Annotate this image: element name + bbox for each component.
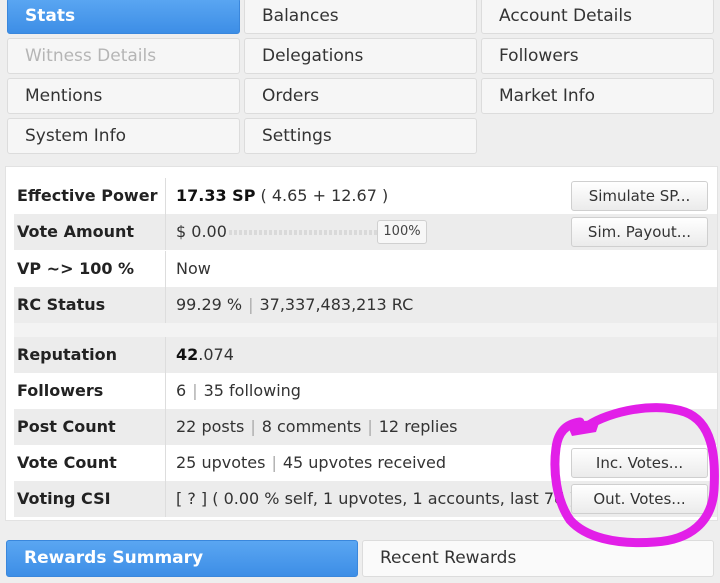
tab-witness-details: Witness Details <box>7 38 240 74</box>
effective-power-sp: 17.33 SP <box>176 186 256 205</box>
simulate-sp-button[interactable]: Simulate SP... <box>571 181 708 211</box>
tab-system-info[interactable]: System Info <box>7 118 240 154</box>
stat-label: Vote Amount <box>17 222 135 241</box>
divider <box>165 481 166 517</box>
stats-panel: Effective Power 17.33 SP ( 4.65 + 12.67 … <box>5 166 718 521</box>
separator: | <box>250 417 256 436</box>
stat-label: Vote Count <box>17 453 117 472</box>
stat-value: 17.33 SP ( 4.65 + 12.67 ) <box>176 178 388 214</box>
stat-row-effective-power: Effective Power 17.33 SP ( 4.65 + 12.67 … <box>14 178 717 214</box>
stat-row-rc-status: RC Status 99.29 % | 37,337,483,213 RC <box>14 287 717 323</box>
stat-value: 25 upvotes | 45 upvotes received <box>176 445 446 481</box>
stat-value: 99.29 % | 37,337,483,213 RC <box>176 287 413 323</box>
stat-row-vote-count: Vote Count 25 upvotes | 45 upvotes receive… <box>14 445 717 481</box>
tab-grid: Stats Balances Account Details Witness D… <box>0 0 720 160</box>
tab-recent-rewards[interactable]: Recent Rewards <box>362 540 714 577</box>
divider <box>165 337 166 373</box>
tab-market-info[interactable]: Market Info <box>481 78 714 114</box>
stat-label: Reputation <box>17 345 117 364</box>
rc-percent: 99.29 % <box>176 295 243 314</box>
tab-settings[interactable]: Settings <box>244 118 477 154</box>
divider <box>165 214 166 250</box>
stat-value: 6 | 35 following <box>176 373 301 409</box>
tab-followers[interactable]: Followers <box>481 38 714 74</box>
comments-count: 8 comments <box>261 417 362 436</box>
stat-row-post-count: Post Count 22 posts | 8 comments | 12 replie… <box>14 409 717 445</box>
sim-payout-button[interactable]: Sim. Payout... <box>571 217 708 247</box>
posts-count: 22 posts <box>176 417 245 436</box>
outgoing-votes-button[interactable]: Out. Votes... <box>571 484 708 514</box>
tab-account-details[interactable]: Account Details <box>481 0 714 34</box>
upvotes-count: 25 upvotes <box>176 453 266 472</box>
stat-label: RC Status <box>17 295 106 314</box>
tab-balances[interactable]: Balances <box>244 0 477 34</box>
vote-weight-slider-track[interactable] <box>229 230 377 235</box>
reputation-decimal: .074 <box>198 345 234 364</box>
rc-amount: 37,337,483,213 RC <box>259 295 414 314</box>
stat-label: Effective Power <box>17 186 158 205</box>
rewards-tab-bar: Rewards Summary Recent Rewards <box>0 530 720 583</box>
stat-row-reputation: Reputation 42.074 <box>14 337 717 373</box>
tab-rewards-summary[interactable]: Rewards Summary <box>6 540 358 577</box>
stat-label: VP ~> 100 % <box>14 251 164 287</box>
stat-label: Post Count <box>17 417 116 436</box>
stat-label: Followers <box>17 381 104 400</box>
voting-csi-value: [ ? ] ( 0.00 % self, 1 upvotes, 1 accoun… <box>176 489 576 508</box>
replies-count: 12 replies <box>378 417 458 436</box>
divider <box>165 409 166 445</box>
tab-stats[interactable]: Stats <box>7 0 240 34</box>
divider <box>165 287 166 323</box>
stat-row-voting-csi: Voting CSI [ ? ] ( 0.00 % self, 1 upvote… <box>14 481 717 517</box>
following-count: 35 following <box>203 381 301 400</box>
tab-orders[interactable]: Orders <box>244 78 477 114</box>
separator: | <box>367 417 373 436</box>
stat-value: 42.074 <box>176 337 234 373</box>
stat-row-vp: VP ~> 100 % Now <box>14 251 717 287</box>
followers-count: 6 <box>176 381 187 400</box>
divider <box>165 178 166 214</box>
tab-mentions[interactable]: Mentions <box>7 78 240 114</box>
divider <box>165 445 166 481</box>
stat-row-followers: Followers 6 | 35 following <box>14 373 717 409</box>
effective-power-detail: ( 4.65 + 12.67 ) <box>260 186 389 205</box>
divider <box>165 251 166 287</box>
stat-value: 22 posts | 8 comments | 12 replies <box>176 409 458 445</box>
tab-delegations[interactable]: Delegations <box>244 38 477 74</box>
divider <box>165 373 166 409</box>
stat-row-vote-amount: Vote Amount $ 0.00 100% Sim. Payout... <box>14 214 717 250</box>
vote-amount-value: $ 0.00 <box>176 222 227 241</box>
upvotes-received: 45 upvotes received <box>282 453 447 472</box>
separator: | <box>192 381 198 400</box>
section-gap <box>14 323 717 337</box>
stat-label: Voting CSI <box>17 489 111 508</box>
reputation-integer: 42 <box>176 345 199 364</box>
vp-label: VP ~> 100 % <box>17 259 135 278</box>
separator: | <box>248 295 254 314</box>
vp-value: Now <box>176 259 211 278</box>
separator: | <box>271 453 277 472</box>
vote-weight-slider-handle[interactable]: 100% <box>377 220 427 244</box>
incoming-votes-button[interactable]: Inc. Votes... <box>571 448 708 478</box>
